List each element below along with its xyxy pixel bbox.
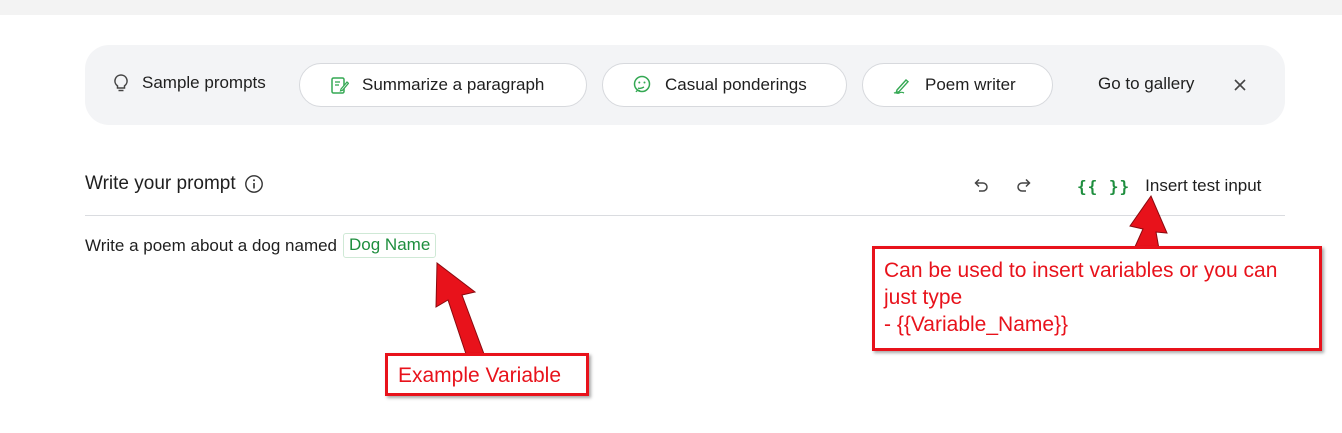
annotation-line: just type [884,286,963,309]
annotation-line: Can be used to insert variables or you c… [884,259,1278,282]
annotation-label: Example Variable [398,364,562,387]
annotation-example-variable: Example Variable [385,353,589,396]
arrow-to-insert-input [1129,194,1168,250]
annotation-insert-note: Can be used to insert variables or you c… [872,246,1322,351]
annotation-line: - {{Variable_Name}} [884,313,1069,336]
arrow-to-variable [435,262,485,355]
annotation-arrows [435,194,1168,355]
